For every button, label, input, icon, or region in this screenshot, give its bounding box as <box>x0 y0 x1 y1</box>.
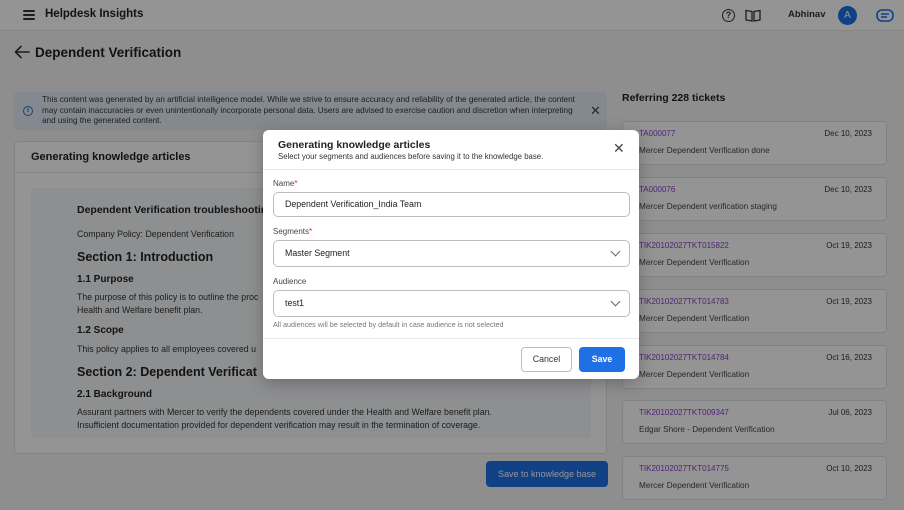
divider <box>263 338 639 339</box>
generate-article-dialog: Generating knowledge articles Select you… <box>263 130 639 379</box>
dialog-title: Generating knowledge articles <box>278 139 431 151</box>
chevron-down-icon <box>610 296 621 307</box>
audience-value: test1 <box>285 298 305 308</box>
audience-hint: All audiences will be selected by defaul… <box>273 320 504 329</box>
cancel-button[interactable]: Cancel <box>521 347 572 372</box>
segments-select[interactable]: Master Segment <box>273 240 630 267</box>
name-label: Name* <box>273 179 298 188</box>
audience-label: Audience <box>273 277 307 286</box>
close-icon[interactable]: ✕ <box>613 141 625 155</box>
audience-select[interactable]: test1 <box>273 290 630 317</box>
segments-label: Segments* <box>273 227 313 236</box>
dialog-subtitle: Select your segments and audiences befor… <box>278 152 544 161</box>
save-button[interactable]: Save <box>579 347 625 372</box>
segments-value: Master Segment <box>285 248 350 258</box>
name-input[interactable]: Dependent Verification_India Team <box>273 192 630 217</box>
chevron-down-icon <box>610 246 621 257</box>
divider <box>263 169 639 170</box>
